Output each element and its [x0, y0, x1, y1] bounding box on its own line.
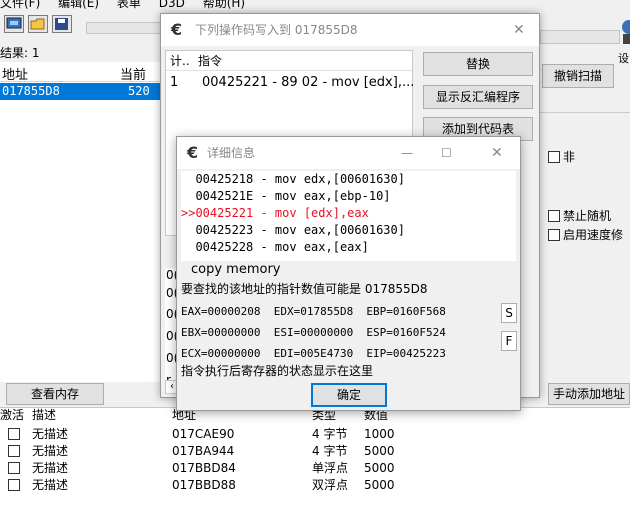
cheat-engine-logo-icon[interactable]	[621, 18, 630, 49]
not-checkbox[interactable]: 非	[548, 148, 575, 165]
row-address[interactable]: 017CAE90	[172, 426, 234, 443]
col-description[interactable]: 描述	[32, 407, 56, 424]
found-list[interactable]	[0, 82, 165, 382]
row-description[interactable]: 无描述	[32, 460, 68, 477]
close-icon[interactable]: ✕	[513, 14, 525, 46]
save-icon[interactable]	[52, 15, 72, 33]
speedhack-label: 启用速度修	[563, 228, 624, 242]
col-instruction[interactable]: 指令	[198, 51, 222, 71]
register-line: EBX=00000000 ESI=00000000 ESP=0160F524	[181, 326, 446, 339]
results-count: 结果: 1	[0, 46, 40, 60]
found-row-address: 017855D8	[2, 84, 60, 98]
row-active-checkbox[interactable]	[8, 443, 23, 460]
menu-bar: 文件(F) 编辑(E) 表单 D3D 帮助(H)	[0, 0, 630, 10]
fpu-button[interactable]: F	[501, 331, 517, 351]
not-checkbox-label: 非	[563, 150, 576, 164]
asm-line: 00425228 - mov eax,[eax]	[181, 240, 369, 254]
opcode-row-count[interactable]: 1	[170, 75, 178, 90]
asm-line: 0042521E - mov eax,[ebp-10]	[181, 189, 391, 203]
maximize-icon[interactable]: ☐	[441, 137, 452, 169]
stack-button[interactable]: S	[501, 303, 517, 323]
address-table[interactable]: 激活 描述 地址 类型 数值 无描述 017CAE90 4 字节 1000 无描…	[0, 407, 630, 510]
close-icon[interactable]: ✕	[491, 137, 503, 169]
found-row-value: 520	[128, 84, 150, 98]
progress-bar-right	[540, 30, 620, 44]
menu-d3d[interactable]: D3D	[159, 0, 185, 10]
row-type[interactable]: 单浮点	[312, 460, 348, 477]
menu-file[interactable]: 文件(F)	[0, 0, 40, 10]
footer-text: 指令执行后寄存器的状态显示在这里	[181, 364, 374, 378]
header-current[interactable]: 当前	[120, 64, 146, 83]
view-memory-button[interactable]: 查看内存	[6, 383, 104, 405]
details-dialog: € 详细信息 — ☐ ✕ 00425218 - mov edx,[0060163…	[176, 136, 521, 411]
row-description[interactable]: 无描述	[32, 443, 68, 460]
disable-random-checkbox[interactable]: 禁止随机	[548, 207, 611, 224]
cheat-engine-icon: €	[187, 143, 199, 162]
row-description[interactable]: 无描述	[32, 426, 68, 443]
row-type[interactable]: 双浮点	[312, 477, 348, 494]
progress-bar	[86, 22, 166, 34]
row-active-checkbox[interactable]	[8, 426, 23, 443]
ok-button[interactable]: 确定	[311, 383, 387, 407]
checkbox-box[interactable]	[548, 210, 560, 222]
cheat-engine-icon: €	[171, 20, 183, 39]
show-disassembler-button[interactable]: 显示反汇编程序	[423, 85, 533, 109]
row-active-checkbox[interactable]	[8, 460, 23, 477]
menu-edit[interactable]: 编辑(E)	[58, 0, 99, 10]
add-address-button[interactable]: 手动添加地址	[548, 383, 630, 405]
asm-line: 00425218 - mov edx,[00601630]	[181, 172, 405, 186]
row-address[interactable]: 017BA944	[172, 443, 234, 460]
opcode-list-header: 计.. 指令	[166, 51, 412, 71]
menu-table[interactable]: 表单	[117, 0, 141, 10]
col-count[interactable]: 计..	[170, 51, 190, 71]
minimize-icon[interactable]: —	[401, 137, 413, 169]
row-value[interactable]: 5000	[364, 477, 395, 494]
open-folder-icon[interactable]	[28, 15, 48, 33]
dialog-titlebar[interactable]: € 下列操作码写入到 017855D8 ✕	[161, 14, 539, 46]
found-list-header: 地址 当前	[0, 62, 165, 83]
row-active-checkbox[interactable]	[8, 477, 23, 494]
row-value[interactable]: 1000	[364, 426, 395, 443]
row-type[interactable]: 4 字节	[312, 426, 347, 443]
divider	[540, 112, 630, 113]
open-process-icon[interactable]	[4, 15, 24, 33]
row-value[interactable]: 5000	[364, 443, 395, 460]
checkbox-box[interactable]	[548, 229, 560, 241]
asm-line-current: >>00425221 - mov [edx],eax	[181, 206, 369, 220]
settings-label[interactable]: 设	[618, 50, 629, 66]
disassembly-view[interactable]: 00425218 - mov edx,[00601630] 0042521E -…	[181, 171, 516, 261]
pointer-hint: 要查找的该地址的指针数值可能是 017855D8	[181, 282, 428, 296]
row-type[interactable]: 4 字节	[312, 443, 347, 460]
dialog-title: 下列操作码写入到 017855D8	[195, 23, 358, 37]
menu-help[interactable]: 帮助(H)	[203, 0, 245, 10]
header-address[interactable]: 地址	[2, 64, 28, 83]
row-address[interactable]: 017BBD88	[172, 477, 236, 494]
found-row-selected[interactable]: 017855D8 520	[0, 83, 165, 100]
col-active[interactable]: 激活	[0, 407, 24, 424]
replace-button[interactable]: 替换	[423, 52, 533, 76]
speedhack-checkbox[interactable]: 启用速度修	[548, 226, 623, 243]
undo-scan-button[interactable]: 撤销扫描	[542, 64, 614, 88]
disable-random-label: 禁止随机	[563, 209, 612, 223]
row-address[interactable]: 017BBD84	[172, 460, 236, 477]
details-title: 详细信息	[207, 146, 256, 160]
row-description[interactable]: 无描述	[32, 477, 68, 494]
opcode-row-instruction[interactable]: 00425221 - 89 02 - mov [edx],...	[202, 75, 414, 90]
checkbox-box[interactable]	[548, 151, 560, 163]
register-line: EAX=00000208 EDX=017855D8 EBP=0160F568	[181, 305, 446, 318]
row-value[interactable]: 5000	[364, 460, 395, 477]
asm-line: 00425223 - mov eax,[00601630]	[181, 223, 405, 237]
details-titlebar[interactable]: € 详细信息 — ☐ ✕	[177, 137, 520, 169]
copy-memory-label[interactable]: copy memory	[191, 262, 281, 277]
